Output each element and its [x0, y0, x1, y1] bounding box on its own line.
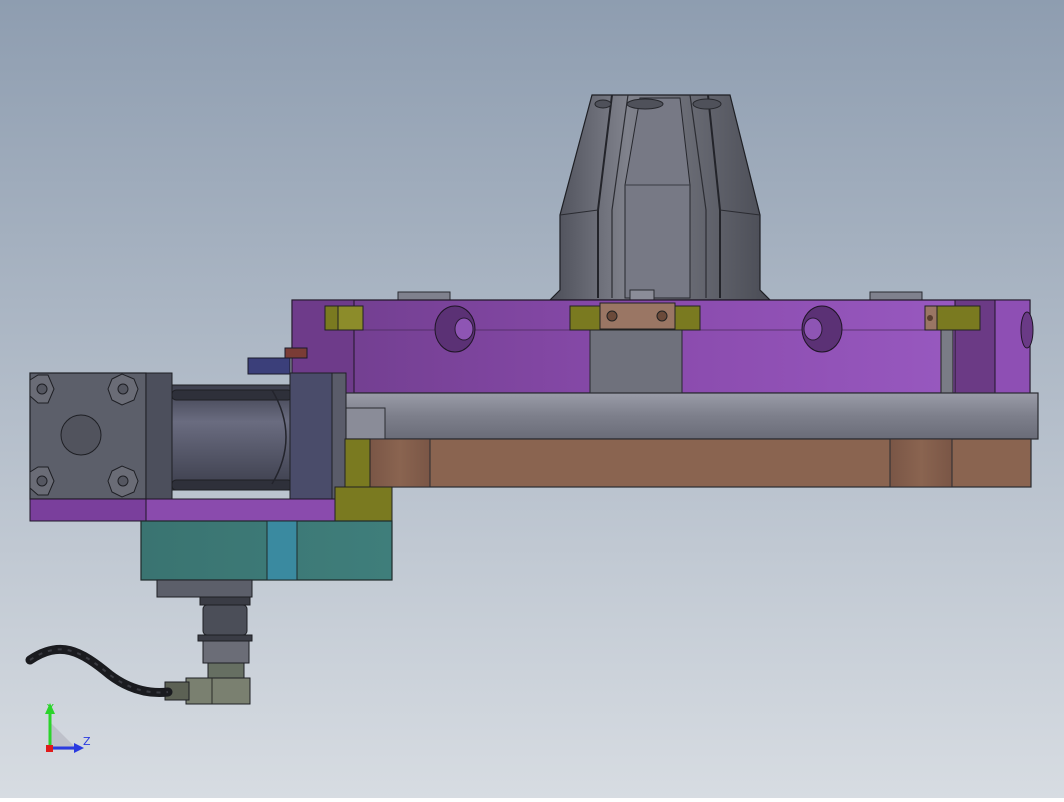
olive-support-block [334, 486, 393, 522]
olive-side-strip [344, 438, 371, 488]
steel-plate-step [344, 407, 386, 440]
y-axis-label: Y [46, 702, 54, 715]
navy-bracket [247, 357, 291, 375]
olive-clamp-right[interactable] [924, 305, 981, 331]
pneumatic-cylinder[interactable] [145, 372, 347, 500]
elbow-connector[interactable] [164, 677, 251, 705]
right-gray-pin [940, 329, 954, 394]
teal-mount-block[interactable] [140, 520, 393, 581]
olive-clamp-left[interactable] [324, 305, 364, 331]
bronze-plate[interactable] [344, 438, 1032, 488]
steel-base-plate[interactable] [344, 392, 1039, 440]
housing-hole-left[interactable] [434, 305, 476, 353]
red-fitting [284, 347, 308, 359]
housing-hole-edge [1020, 311, 1034, 349]
olive-clamp-center[interactable] [569, 302, 701, 331]
triad-origin [46, 745, 53, 752]
z-axis-label: Z [83, 735, 91, 748]
top-bolt-center[interactable] [629, 289, 655, 301]
hex-nut-top-right [107, 373, 139, 406]
cylinder-purple-base[interactable] [29, 498, 336, 522]
cad-model-drawing: Y Z [0, 0, 1064, 798]
hex-nut-bottom-right [107, 465, 139, 498]
housing-hole-right[interactable] [801, 305, 843, 353]
cad-viewport[interactable]: Y Z [0, 0, 1064, 798]
center-gray-block[interactable] [589, 329, 683, 394]
